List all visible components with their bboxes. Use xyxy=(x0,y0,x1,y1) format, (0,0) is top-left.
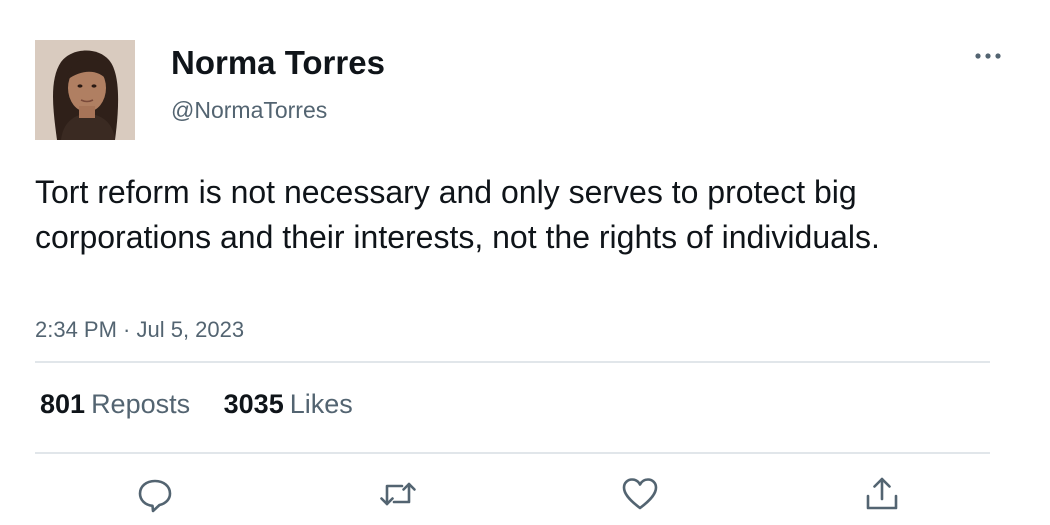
share-button[interactable] xyxy=(862,474,902,514)
reposts-stat[interactable]: 801 Reposts xyxy=(40,387,190,421)
like-button[interactable] xyxy=(620,474,660,514)
divider xyxy=(35,452,990,454)
repost-arrows-icon xyxy=(380,482,416,506)
user-handle[interactable]: @NormaTorres xyxy=(171,95,327,125)
engagement-stats: 801 Reposts 3035 Likes xyxy=(40,387,379,421)
tweet-timestamp[interactable]: 2:34 PM · Jul 5, 2023 xyxy=(35,315,244,345)
avatar[interactable] xyxy=(35,40,135,140)
profile-photo xyxy=(35,40,135,140)
speech-bubble-icon xyxy=(138,479,172,513)
more-options-icon[interactable] xyxy=(972,44,1004,68)
share-upload-icon xyxy=(866,477,898,510)
repost-button[interactable] xyxy=(378,474,418,514)
tweet-text: Tort reform is not necessary and only se… xyxy=(35,174,880,255)
likes-count: 3035 xyxy=(223,389,284,419)
reposts-count: 801 xyxy=(40,389,86,419)
display-name[interactable]: Norma Torres xyxy=(171,42,385,84)
divider xyxy=(35,361,990,363)
reposts-label: Reposts xyxy=(91,389,191,419)
likes-stat[interactable]: 3035 Likes xyxy=(224,387,353,421)
reply-button[interactable] xyxy=(135,474,175,514)
heart-icon xyxy=(622,478,658,510)
likes-label: Likes xyxy=(289,389,353,419)
